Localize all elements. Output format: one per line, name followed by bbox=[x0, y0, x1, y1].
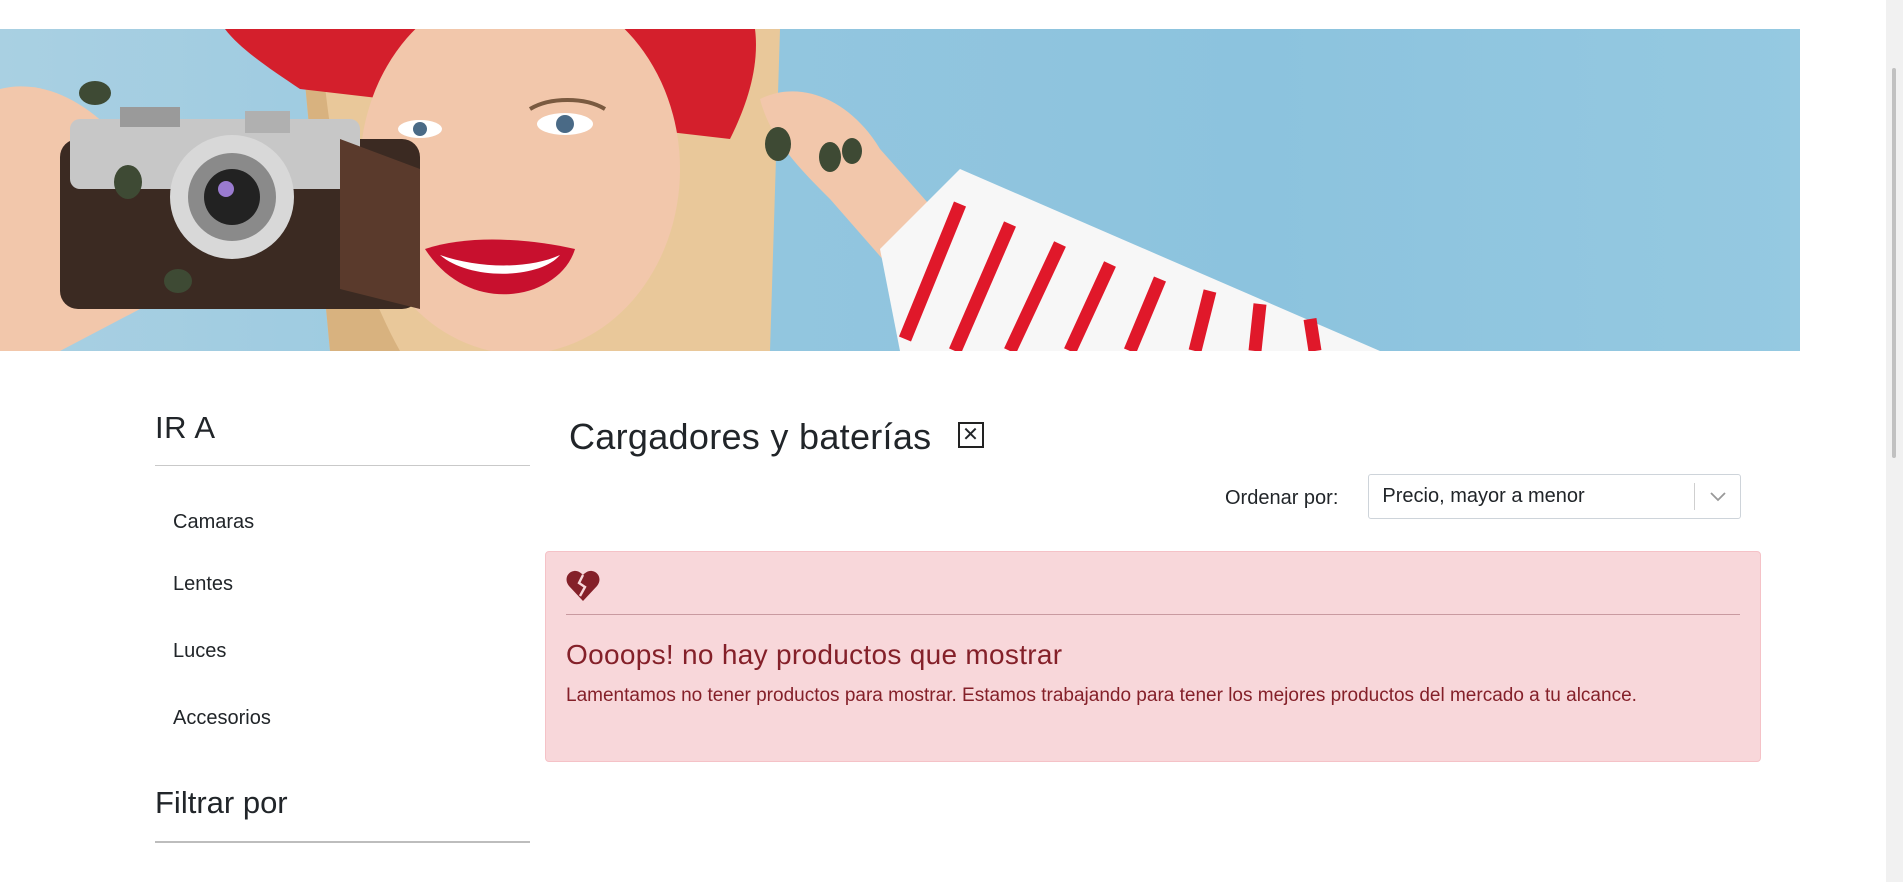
empty-products-alert: Oooops! no hay productos que mostrar Lam… bbox=[545, 551, 1761, 762]
title-row: Cargadores y baterías ✕ bbox=[569, 416, 984, 458]
alert-divider bbox=[566, 614, 1740, 615]
sidebar-item-accesorios[interactable]: Accesorios bbox=[155, 685, 530, 752]
close-box-icon[interactable]: ✕ bbox=[957, 422, 984, 448]
broken-heart-icon bbox=[566, 570, 1740, 614]
hero-photo bbox=[0, 29, 1380, 351]
sort-label: Ordenar por: bbox=[1225, 487, 1339, 509]
sidebar-nav: Camaras Lentes Luces Accesorios bbox=[155, 493, 530, 752]
sort-selected-value: Precio, mayor a menor bbox=[1382, 485, 1585, 507]
sidebar: IR A Camaras Lentes Luces Accesorios Fil… bbox=[155, 410, 530, 843]
sidebar-title: IR A bbox=[155, 410, 530, 466]
sort-control: Ordenar por: Precio, mayor a menor bbox=[1225, 474, 1742, 519]
alert-message: Lamentamos no tener productos para mostr… bbox=[566, 685, 1637, 706]
sidebar-item-lentes[interactable]: Lentes bbox=[155, 551, 530, 618]
chevron-down-icon[interactable] bbox=[1695, 491, 1740, 502]
sort-select[interactable]: Precio, mayor a menor bbox=[1368, 474, 1742, 519]
page-scrollbar[interactable] bbox=[1886, 0, 1903, 882]
hero-banner bbox=[0, 29, 1800, 351]
filter-title: Filtrar por bbox=[155, 785, 530, 843]
alert-heading: Oooops! no hay productos que mostrar bbox=[566, 639, 1063, 670]
page: IR A Camaras Lentes Luces Accesorios Fil… bbox=[0, 0, 1903, 882]
page-title: Cargadores y baterías bbox=[569, 416, 932, 457]
sidebar-item-camaras[interactable]: Camaras bbox=[155, 493, 530, 551]
scrollbar-thumb[interactable] bbox=[1892, 68, 1896, 458]
sidebar-item-luces[interactable]: Luces bbox=[155, 618, 530, 685]
